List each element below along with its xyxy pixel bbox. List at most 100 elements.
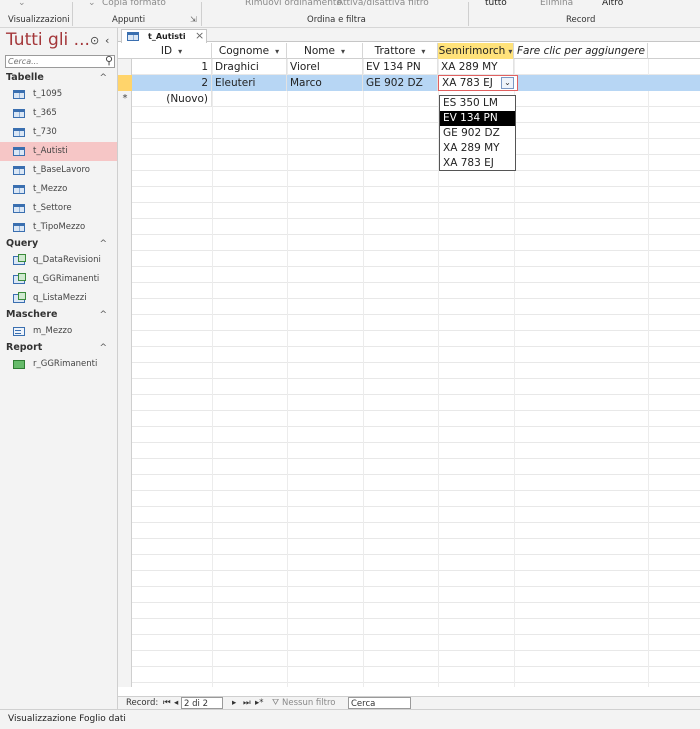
filter-icon[interactable]: ⛛ bbox=[272, 697, 279, 709]
column-header-add-field[interactable]: Fare clic per aggiungere▾ bbox=[514, 43, 648, 59]
cell-new-id[interactable]: (Nuovo) bbox=[132, 91, 212, 107]
record-search-input[interactable]: Cerca bbox=[348, 697, 411, 709]
chevron-down-icon[interactable]: ⌄ bbox=[501, 77, 514, 89]
nav-item-label: t_1095 bbox=[33, 89, 63, 99]
query-icon bbox=[13, 254, 26, 265]
search-icon[interactable]: ⚲ bbox=[105, 54, 113, 67]
datasheet-grid: ID ▾ Cognome ▾ Nome ▾ Trattore ▾ Semirimorch… bbox=[118, 43, 700, 687]
record-selector-current[interactable] bbox=[118, 75, 132, 91]
nav-search[interactable]: ⚲ bbox=[5, 54, 115, 68]
combo-option[interactable]: GE 902 DZ bbox=[440, 126, 515, 141]
table-row-new[interactable]: * (Nuovo) bbox=[118, 91, 700, 107]
chevron-down-icon[interactable]: ▾ bbox=[341, 47, 345, 56]
table-row[interactable]: 1 Draghici Viorel EV 134 PN XA 289 MY bbox=[118, 59, 700, 75]
chevron-down-icon[interactable]: ▾ bbox=[508, 47, 512, 56]
no-filter-button[interactable]: Nessun filtro bbox=[282, 697, 335, 709]
refresh-all-button[interactable]: tutto bbox=[485, 0, 507, 8]
delete-button[interactable]: Elimina bbox=[540, 0, 573, 8]
table-icon bbox=[13, 185, 25, 194]
last-record-icon[interactable]: ⏭ bbox=[243, 697, 251, 709]
document-tabbar: t_Autisti × bbox=[118, 28, 700, 43]
current-record-field[interactable]: 2 di 2 bbox=[181, 697, 223, 709]
table-icon bbox=[13, 223, 25, 232]
chevron-up-icon[interactable]: ^ bbox=[99, 71, 107, 85]
nav-search-input[interactable] bbox=[8, 56, 100, 67]
column-header-cognome[interactable]: Cognome ▾ bbox=[212, 43, 287, 59]
cell-trattore[interactable]: GE 902 DZ bbox=[363, 75, 438, 91]
cell-nome[interactable]: Marco bbox=[287, 75, 363, 91]
clipboard-launcher-icon[interactable]: ⇲ bbox=[190, 15, 197, 24]
table-icon bbox=[13, 166, 25, 175]
nav-item[interactable]: t_TipoMezzo bbox=[0, 218, 117, 237]
copy-format-icon[interactable]: ⌄ bbox=[88, 0, 96, 8]
combo-option[interactable]: XA 289 MY bbox=[440, 141, 515, 156]
new-record-icon[interactable]: ▸* bbox=[255, 697, 264, 709]
nav-title[interactable]: Tutti gli ... bbox=[6, 30, 90, 50]
column-header-trattore[interactable]: Trattore ▾ bbox=[363, 43, 438, 59]
new-record-marker[interactable]: * bbox=[118, 91, 132, 107]
chevron-down-icon[interactable]: ▾ bbox=[421, 47, 425, 56]
semirimorchio-combo[interactable]: XA 783 EJ ⌄ bbox=[438, 75, 518, 91]
nav-item-label: q_ListaMezzi bbox=[33, 293, 87, 303]
group-records-label: Record bbox=[566, 15, 596, 25]
nav-item-label: t_Autisti bbox=[33, 146, 68, 156]
nav-item[interactable]: t_BaseLavoro bbox=[0, 161, 117, 180]
first-record-icon[interactable]: ⏮ bbox=[163, 697, 171, 709]
cell-semirimorchio[interactable]: XA 289 MY bbox=[438, 59, 514, 75]
nav-item[interactable]: r_GGRimanenti bbox=[0, 355, 117, 374]
combo-option[interactable]: XA 783 EJ bbox=[440, 156, 515, 171]
nav-item[interactable]: t_Autisti bbox=[0, 142, 117, 161]
table-row-current[interactable]: 2 Eleuteri Marco GE 902 DZ XA 783 EJ ⌄ bbox=[118, 75, 700, 91]
nav-item-label: q_GGRimanenti bbox=[33, 274, 100, 284]
cell-id[interactable]: 2 bbox=[132, 75, 212, 91]
column-header-semirimorchio[interactable]: Semirimorch ▾ bbox=[438, 43, 514, 59]
more-button[interactable]: Altro bbox=[602, 0, 623, 8]
chevron-down-icon[interactable]: ⌄ bbox=[18, 0, 26, 8]
record-selector[interactable] bbox=[118, 59, 132, 75]
cell-cognome[interactable]: Eleuteri bbox=[212, 75, 287, 91]
nav-item[interactable]: q_DataRevisioni bbox=[0, 251, 117, 270]
remove-sort-button[interactable]: Rimuovi ordinamento bbox=[245, 0, 342, 8]
nav-group-label: Query bbox=[6, 238, 39, 249]
chevron-up-icon[interactable]: ^ bbox=[99, 341, 107, 355]
chevron-up-icon[interactable]: ^ bbox=[99, 308, 107, 322]
chevron-up-icon[interactable]: ^ bbox=[99, 237, 107, 251]
chevron-down-icon[interactable]: ▾ bbox=[178, 47, 182, 56]
cell-trattore[interactable]: EV 134 PN bbox=[363, 59, 438, 75]
toggle-filter-button[interactable]: Attiva/disattiva filtro bbox=[337, 0, 429, 8]
cell-id[interactable]: 1 bbox=[132, 59, 212, 75]
combo-option[interactable]: ES 350 LM bbox=[440, 96, 515, 111]
column-header-row: ID ▾ Cognome ▾ Nome ▾ Trattore ▾ Semirimorch… bbox=[118, 43, 700, 59]
nav-item[interactable]: q_GGRimanenti bbox=[0, 270, 117, 289]
nav-menu-icon[interactable]: ⊙ bbox=[90, 34, 99, 47]
table-icon bbox=[13, 128, 25, 137]
nav-item[interactable]: t_365 bbox=[0, 104, 117, 123]
column-header-id[interactable]: ID ▾ bbox=[132, 43, 212, 59]
table-icon bbox=[13, 109, 25, 118]
close-icon[interactable]: × bbox=[195, 29, 204, 42]
nav-group-header[interactable]: Maschere ^ bbox=[0, 308, 117, 322]
chevron-down-icon[interactable]: ▾ bbox=[275, 47, 279, 56]
tab-t-autisti[interactable]: t_Autisti × bbox=[121, 29, 207, 43]
nav-group-header[interactable]: Report ^ bbox=[0, 341, 117, 355]
collapse-pane-icon[interactable]: ‹ bbox=[105, 34, 109, 47]
next-record-icon[interactable]: ▸ bbox=[232, 697, 236, 709]
nav-item[interactable]: t_730 bbox=[0, 123, 117, 142]
nav-item-label: t_Mezzo bbox=[33, 184, 68, 194]
access-window: ⌄ ⌄ Copia formato Rimuovi ordinamento At… bbox=[0, 0, 700, 729]
nav-item[interactable]: t_Mezzo bbox=[0, 180, 117, 199]
combo-option[interactable]: EV 134 PN bbox=[440, 111, 515, 126]
combo-value[interactable]: XA 783 EJ bbox=[442, 76, 493, 90]
nav-item[interactable]: m_Mezzo bbox=[0, 322, 117, 341]
previous-record-icon[interactable]: ◂ bbox=[174, 697, 178, 709]
nav-group-label: Report bbox=[6, 342, 43, 353]
cell-cognome[interactable]: Draghici bbox=[212, 59, 287, 75]
nav-item[interactable]: t_1095 bbox=[0, 85, 117, 104]
copy-format-button[interactable]: Copia formato bbox=[102, 0, 166, 8]
nav-item[interactable]: t_Settore bbox=[0, 199, 117, 218]
column-header-nome[interactable]: Nome ▾ bbox=[287, 43, 363, 59]
nav-item[interactable]: q_ListaMezzi bbox=[0, 289, 117, 308]
cell-nome[interactable]: Viorel bbox=[287, 59, 363, 75]
nav-group-header[interactable]: Tabelle ^ bbox=[0, 71, 117, 85]
nav-group-header[interactable]: Query ^ bbox=[0, 237, 117, 251]
